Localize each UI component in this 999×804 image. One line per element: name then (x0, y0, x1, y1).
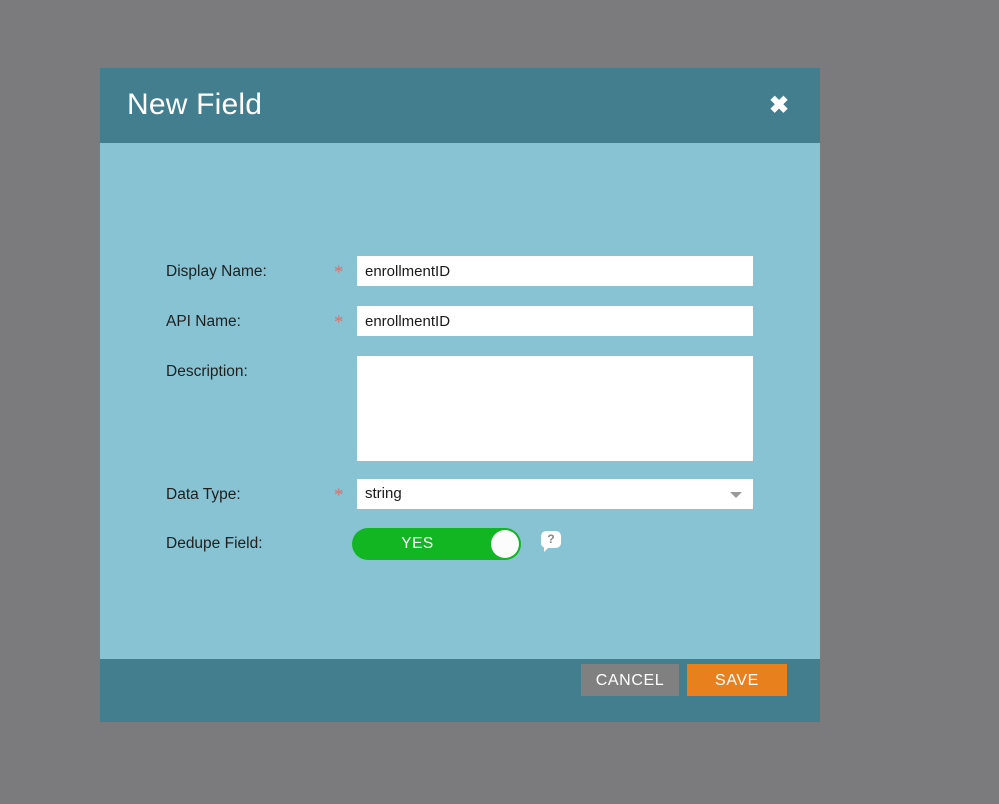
cancel-button[interactable]: CANCEL (581, 664, 679, 696)
dialog-body: Display Name: * API Name: * Description:… (100, 143, 820, 659)
display-name-required-marker: * (334, 262, 344, 283)
chevron-down-icon (730, 492, 742, 498)
data-type-required-marker: * (334, 485, 344, 506)
field-row-description: Description: (100, 356, 820, 461)
description-label: Description: (166, 363, 248, 380)
save-button[interactable]: SAVE (687, 664, 787, 696)
dedupe-field-toggle[interactable]: YES (352, 528, 521, 560)
api-name-input[interactable] (357, 306, 753, 336)
field-row-dedupe: Dedupe Field: YES ? (100, 528, 820, 560)
data-type-label: Data Type: (166, 486, 241, 503)
field-row-display-name: Display Name: * (100, 256, 820, 288)
description-textarea[interactable] (357, 356, 753, 461)
page-title: New Field (127, 88, 263, 121)
display-name-label: Display Name: (166, 263, 267, 280)
dialog-footer: CANCEL SAVE (100, 659, 820, 722)
toggle-knob (491, 530, 519, 558)
data-type-selected-value: string (365, 485, 402, 502)
dialog-header: New Field ✖ (100, 68, 820, 143)
display-name-input[interactable] (357, 256, 753, 286)
dedupe-field-label: Dedupe Field: (166, 535, 263, 552)
field-row-data-type: Data Type: * string (100, 479, 820, 511)
dedupe-toggle-state-label: YES (401, 535, 434, 552)
help-icon-glyph: ? (547, 532, 555, 546)
field-row-api-name: API Name: * (100, 306, 820, 338)
new-field-dialog: New Field ✖ Display Name: * API Name: * … (100, 68, 820, 722)
api-name-label: API Name: (166, 313, 241, 330)
data-type-select[interactable]: string (357, 479, 753, 509)
help-icon[interactable]: ? (541, 531, 561, 552)
api-name-required-marker: * (334, 312, 344, 333)
close-icon[interactable]: ✖ (764, 91, 794, 121)
